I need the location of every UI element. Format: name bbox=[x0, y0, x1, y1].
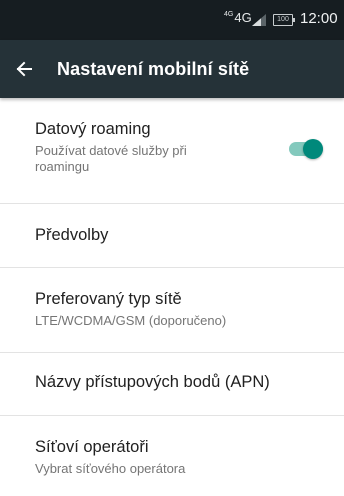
arrow-back-icon bbox=[16, 61, 32, 77]
setting-title: Názvy přístupových bodů (APN) bbox=[35, 373, 270, 391]
status-bar: 4G4G 100 12:00 bbox=[0, 0, 344, 40]
network-label: 4G bbox=[234, 10, 252, 25]
setting-apn[interactable]: Názvy přístupových bodů (APN) bbox=[0, 353, 344, 416]
setting-network-operators[interactable]: Síťoví operátoři Vybrat síťového operáto… bbox=[0, 416, 344, 496]
setting-predvolby[interactable]: Předvolby bbox=[0, 204, 344, 268]
settings-list: Datový roaming Používat datové služby př… bbox=[0, 98, 344, 496]
network-superscript: 4G bbox=[224, 11, 234, 18]
back-button[interactable] bbox=[8, 53, 40, 85]
clock: 12:00 bbox=[300, 10, 338, 27]
app-bar: Nastavení mobilní sítě bbox=[0, 40, 344, 98]
setting-title: Preferovaný typ sítě bbox=[35, 290, 182, 308]
setting-preferred-network-type[interactable]: Preferovaný typ sítě LTE/WCDMA/GSM (dopo… bbox=[0, 268, 344, 353]
network-type-indicator: 4G4G bbox=[224, 10, 252, 25]
signal-icon bbox=[252, 14, 266, 26]
battery-icon: 100 bbox=[273, 14, 295, 26]
setting-title: Datový roaming bbox=[35, 120, 151, 138]
page-title: Nastavení mobilní sítě bbox=[57, 59, 250, 79]
setting-title: Síťoví operátoři bbox=[35, 438, 149, 456]
setting-title: Předvolby bbox=[35, 226, 109, 244]
data-roaming-toggle[interactable] bbox=[289, 139, 325, 159]
setting-summary: LTE/WCDMA/GSM (doporučeno) bbox=[35, 313, 227, 328]
setting-summary: Používat datové služby při roamingu bbox=[35, 143, 187, 174]
setting-summary: Vybrat síťového operátora bbox=[35, 461, 186, 476]
toggle-thumb bbox=[303, 139, 323, 159]
setting-data-roaming[interactable]: Datový roaming Používat datové služby př… bbox=[0, 98, 344, 204]
